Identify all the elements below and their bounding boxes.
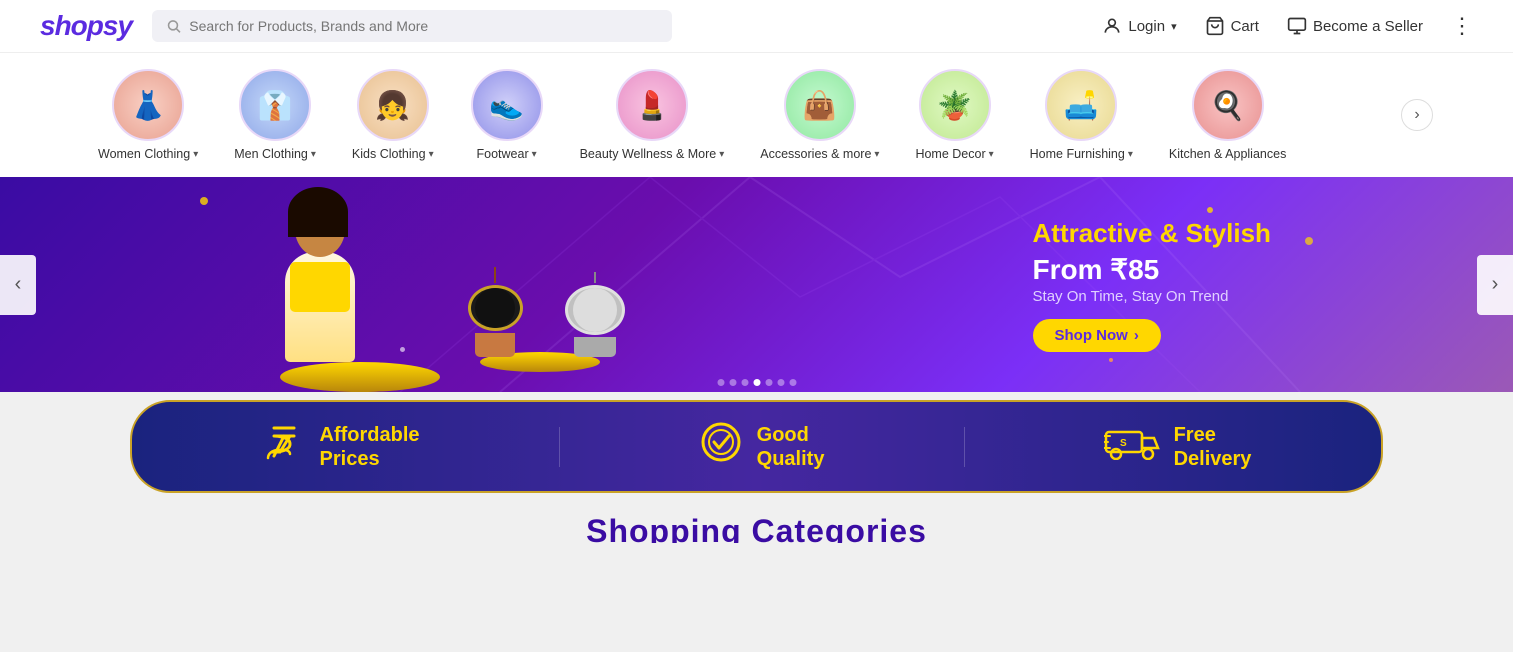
login-chevron: ▾: [1171, 20, 1177, 33]
nav-item-7[interactable]: 🛋️ Home Furnishing ▾: [1012, 63, 1151, 167]
chevron-down-icon: ▾: [311, 149, 316, 160]
banner-dot-4[interactable]: [765, 379, 772, 386]
nav-item-label-7: Home Furnishing ▾: [1030, 147, 1133, 161]
nav-item-label-4: Beauty Wellness & More ▾: [580, 147, 725, 161]
svg-text:S: S: [1120, 438, 1127, 449]
delivery-icon: S: [1104, 424, 1160, 469]
banner-subtitle: Stay On Time, Stay On Trend: [1033, 288, 1271, 305]
feature-affordable: Affordable Prices: [262, 420, 420, 473]
nav-item-circle-6: 🪴: [919, 69, 991, 141]
chevron-down-icon: ▾: [193, 149, 198, 160]
nav-item-circle-4: 💄: [616, 69, 688, 141]
banner-dot-1[interactable]: [729, 379, 736, 386]
nav-item-circle-5: 👜: [784, 69, 856, 141]
more-options-button[interactable]: ⋮: [1451, 13, 1473, 39]
nav-item-label-2: Kids Clothing ▾: [352, 147, 434, 161]
nav-item-label-6: Home Decor ▾: [915, 147, 993, 161]
search-bar[interactable]: [152, 10, 672, 42]
search-icon: [166, 18, 181, 34]
nav-item-circle-3: 👟: [471, 69, 543, 141]
chevron-down-icon: ▾: [989, 149, 994, 160]
feature-delivery: S Free Delivery: [1104, 423, 1252, 471]
nav-item-label-0: Women Clothing ▾: [98, 147, 198, 161]
banner-dot-0[interactable]: [717, 379, 724, 386]
feature-divider-2: [964, 427, 965, 467]
nav-item-1[interactable]: 👔 Men Clothing ▾: [216, 63, 334, 167]
banner-prev-arrow[interactable]: ‹: [0, 255, 36, 315]
nav-categories: 👗 Women Clothing ▾ 👔 Men Clothing ▾ 👧 Ki…: [80, 63, 1401, 167]
nav-item-0[interactable]: 👗 Women Clothing ▾: [80, 63, 216, 167]
banner-container: ‹: [0, 177, 1513, 392]
nav-item-label-1: Men Clothing ▾: [234, 147, 316, 161]
search-input[interactable]: [189, 18, 658, 34]
feature-quality-text: Good Quality: [757, 423, 825, 471]
header: shopsy Login ▾ Cart Become a Seller ⋮: [0, 0, 1513, 53]
nav-item-circle-7: 🛋️: [1045, 69, 1117, 141]
banner-dot-6[interactable]: [789, 379, 796, 386]
site-logo[interactable]: shopsy: [40, 10, 132, 42]
nav-item-label-8: Kitchen & Appliances: [1169, 147, 1286, 161]
chevron-down-icon: ▾: [874, 149, 879, 160]
banner-figure: [260, 192, 380, 392]
cart-icon: [1205, 16, 1225, 36]
feature-delivery-text: Free Delivery: [1174, 423, 1252, 471]
nav-item-2[interactable]: 👧 Kids Clothing ▾: [334, 63, 452, 167]
banner-dot-2[interactable]: [741, 379, 748, 386]
chevron-down-icon: ▾: [532, 149, 537, 160]
banner-title: Attractive & Stylish: [1033, 218, 1271, 249]
banner-decoration: [0, 177, 1513, 392]
feature-divider-1: [559, 427, 560, 467]
banner-text: Attractive & Stylish From ₹85 Stay On Ti…: [1033, 218, 1271, 352]
nav-item-label-3: Footwear ▾: [477, 147, 537, 161]
cart-button[interactable]: Cart: [1205, 16, 1259, 36]
nav-item-circle-1: 👔: [239, 69, 311, 141]
feature-quality: Good Quality: [699, 420, 825, 473]
banner-price: From ₹85: [1033, 253, 1271, 286]
chevron-down-icon: ▾: [719, 149, 724, 160]
nav-item-circle-8: 🍳: [1192, 69, 1264, 141]
nav-item-circle-0: 👗: [112, 69, 184, 141]
shopping-categories-section: Shopping Categories: [0, 493, 1513, 543]
features-bar: Affordable Prices Good Quality S: [130, 400, 1383, 493]
nav-item-label-5: Accessories & more ▾: [760, 147, 879, 161]
nav-next-arrow[interactable]: ›: [1401, 99, 1433, 131]
become-seller-button[interactable]: Become a Seller: [1287, 16, 1423, 36]
banner-dot-5[interactable]: [777, 379, 784, 386]
nav-item-8[interactable]: 🍳 Kitchen & Appliances: [1151, 63, 1304, 167]
nav-item-6[interactable]: 🪴 Home Decor ▾: [897, 63, 1011, 167]
nav-item-4[interactable]: 💄 Beauty Wellness & More ▾: [562, 63, 743, 167]
feature-affordable-text: Affordable Prices: [320, 423, 420, 471]
header-actions: Login ▾ Cart Become a Seller ⋮: [1102, 13, 1473, 39]
arrow-icon: ›: [1134, 327, 1139, 344]
banner-dot-3[interactable]: [753, 379, 760, 386]
login-button[interactable]: Login ▾: [1102, 16, 1176, 36]
banner-next-arrow[interactable]: ›: [1477, 255, 1513, 315]
user-icon: [1102, 16, 1122, 36]
nav-bar: 👗 Women Clothing ▾ 👔 Men Clothing ▾ 👧 Ki…: [0, 53, 1513, 177]
shop-now-button[interactable]: Shop Now ›: [1033, 319, 1161, 352]
rupee-icon: [262, 420, 306, 473]
banner-dots: [717, 379, 796, 386]
seller-icon: [1287, 16, 1307, 36]
nav-item-3[interactable]: 👟 Footwear ▾: [452, 63, 562, 167]
chevron-down-icon: ▾: [429, 149, 434, 160]
watch-display: [480, 352, 600, 372]
nav-item-5[interactable]: 👜 Accessories & more ▾: [742, 63, 897, 167]
banner: ‹: [0, 177, 1513, 392]
quality-icon: [699, 420, 743, 473]
chevron-down-icon: ▾: [1128, 149, 1133, 160]
shopping-categories-heading: Shopping Categories: [0, 513, 1513, 543]
nav-item-circle-2: 👧: [357, 69, 429, 141]
